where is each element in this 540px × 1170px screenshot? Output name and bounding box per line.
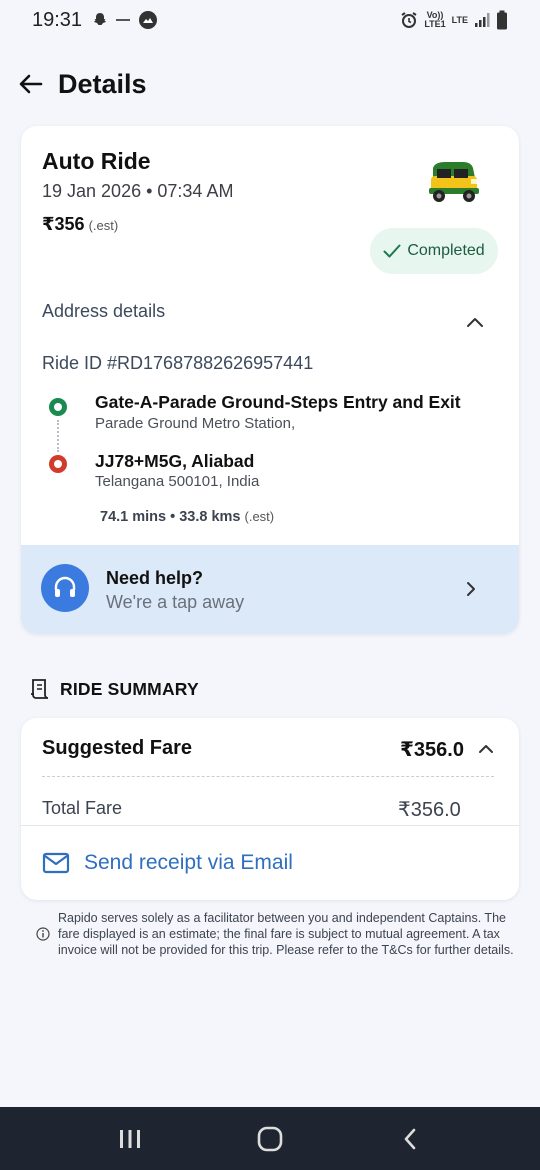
chevron-right-icon bbox=[467, 582, 475, 596]
alarm-icon bbox=[401, 12, 417, 28]
pickup-location-address: Parade Ground Metro Station, bbox=[95, 415, 296, 432]
send-receipt-button[interactable]: Send receipt via Email bbox=[42, 838, 293, 888]
drop-location-name: JJ78+M5G, Aliabad bbox=[95, 451, 255, 471]
battery-icon bbox=[497, 10, 507, 30]
need-help-banner[interactable]: Need help? We're a tap away bbox=[21, 545, 519, 634]
home-button[interactable] bbox=[250, 1119, 290, 1159]
signal-icon bbox=[475, 13, 490, 27]
receipt-divider bbox=[21, 825, 519, 826]
info-icon bbox=[36, 927, 50, 941]
volte-indicator: Vo)) LTE1 bbox=[424, 10, 446, 29]
need-help-subtitle: We're a tap away bbox=[106, 592, 245, 612]
app-icon bbox=[139, 11, 158, 29]
status-bar: 19:31 Vo)) LTE1 LTE bbox=[0, 0, 540, 40]
total-fare-label: Total Fare bbox=[42, 798, 123, 818]
ride-fare-amount: ₹356 bbox=[42, 214, 85, 234]
receipt-icon bbox=[31, 679, 49, 699]
chevron-up-icon[interactable] bbox=[478, 742, 494, 754]
page-header: Details bbox=[0, 62, 540, 106]
pickup-marker-icon bbox=[49, 398, 67, 416]
system-nav-bar bbox=[0, 1107, 540, 1170]
ride-status-label: Completed bbox=[407, 242, 485, 259]
suggested-fare-value: ₹356.0 bbox=[400, 739, 464, 761]
need-help-title: Need help? bbox=[106, 568, 204, 588]
page-title: Details bbox=[58, 68, 147, 99]
pickup-location-name: Gate-A-Parade Ground-Steps Entry and Exi… bbox=[95, 392, 461, 412]
back-arrow-icon bbox=[19, 74, 43, 94]
trip-duration-distance: 74.1 mins • 33.8 kms bbox=[100, 509, 241, 525]
disclaimer-text: Rapido serves solely as a facilitator be… bbox=[58, 911, 514, 957]
ride-fare: ₹356 (.est) bbox=[42, 214, 118, 235]
ride-fare-suffix: (.est) bbox=[88, 218, 119, 233]
recents-icon bbox=[120, 1129, 140, 1148]
recents-button[interactable] bbox=[110, 1119, 150, 1159]
suggested-fare-label: Suggested Fare bbox=[42, 737, 193, 759]
ride-summary-label: RIDE SUMMARY bbox=[60, 678, 199, 699]
system-back-button[interactable] bbox=[390, 1119, 430, 1159]
status-time: 19:31 bbox=[32, 8, 83, 31]
chevron-left-icon bbox=[404, 1128, 416, 1149]
ride-id: Ride ID #RD17687882626957441 bbox=[42, 353, 314, 373]
chevron-up-icon[interactable] bbox=[465, 314, 485, 330]
fare-divider bbox=[42, 776, 494, 777]
ride-summary-heading: RIDE SUMMARY bbox=[30, 678, 199, 700]
headset-icon bbox=[41, 564, 89, 612]
send-receipt-label: Send receipt via Email bbox=[84, 851, 293, 874]
drop-location-address: Telangana 500101, India bbox=[95, 473, 260, 490]
fare-disclaimer: Rapido serves solely as a facilitator be… bbox=[36, 910, 516, 958]
snapchat-icon bbox=[94, 13, 107, 25]
ride-details-card: Auto Ride 19 Jan 2026 • 07:34 AM ₹356 (.e… bbox=[21, 126, 519, 634]
drop-marker-icon bbox=[49, 455, 67, 473]
email-icon bbox=[42, 852, 70, 874]
address-details-label: Address details bbox=[42, 301, 166, 321]
check-icon bbox=[383, 244, 401, 258]
ride-summary-card: Suggested Fare ₹356.0 Total Fare ₹356.0 … bbox=[21, 718, 519, 900]
ride-datetime: 19 Jan 2026 • 07:34 AM bbox=[42, 181, 234, 201]
back-button[interactable] bbox=[18, 71, 44, 97]
total-fare-value: ₹356.0 bbox=[398, 799, 461, 821]
route-connector bbox=[57, 420, 59, 452]
signal-dots-icon bbox=[116, 19, 131, 21]
auto-rickshaw-icon bbox=[429, 162, 479, 202]
home-icon bbox=[257, 1126, 283, 1151]
ride-type-title: Auto Ride bbox=[42, 148, 151, 174]
ride-status-badge: Completed bbox=[370, 228, 498, 274]
lte-indicator: LTE bbox=[451, 14, 468, 25]
trip-stats: 74.1 mins • 33.8 kms (.est) bbox=[100, 509, 274, 525]
trip-stats-suffix: (.est) bbox=[244, 509, 275, 524]
